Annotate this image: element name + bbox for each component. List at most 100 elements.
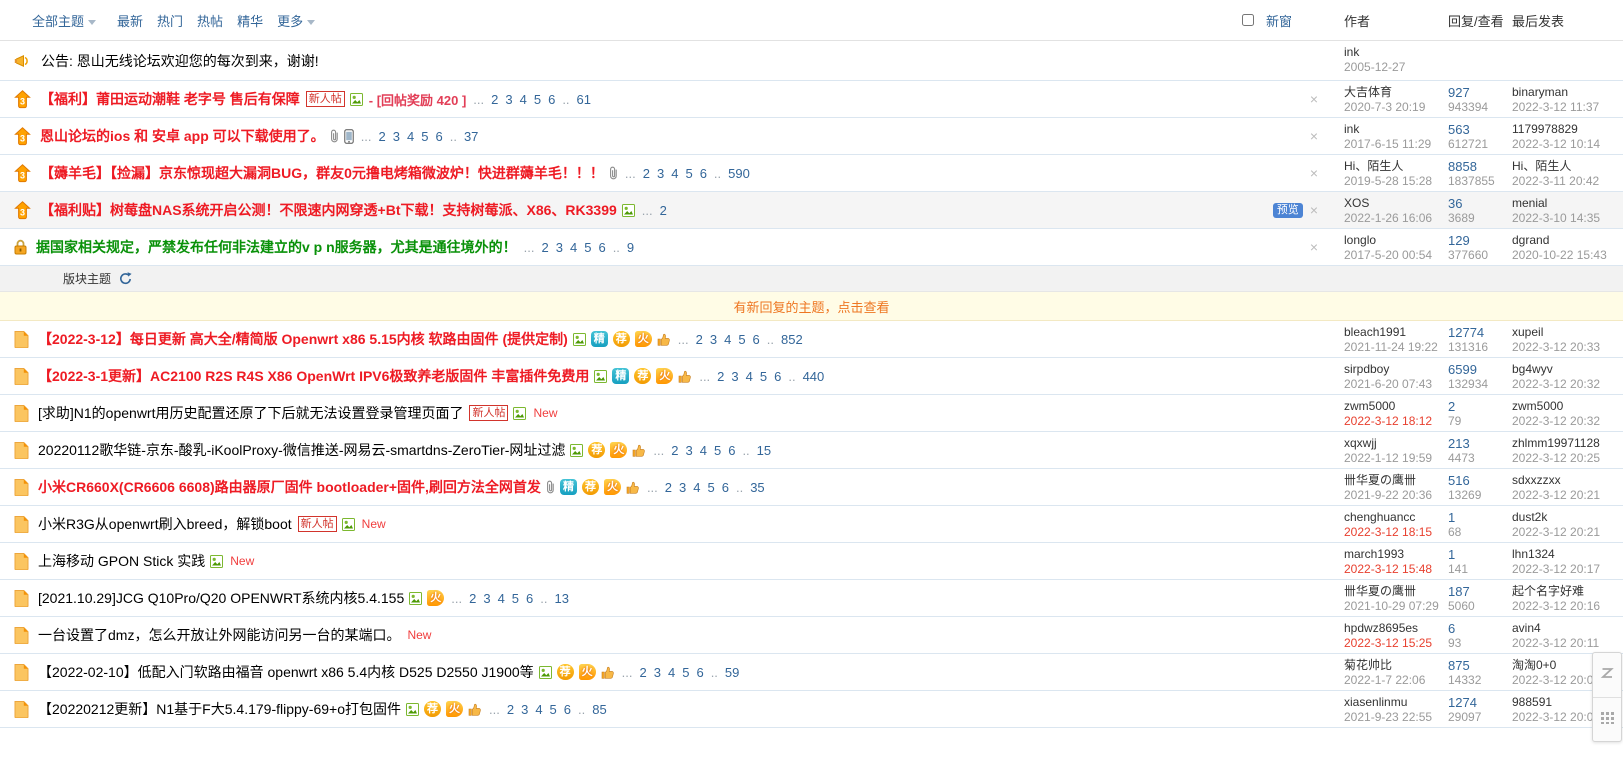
- page-link[interactable]: 5: [714, 443, 721, 458]
- lastpost-author[interactable]: binaryman: [1512, 85, 1623, 100]
- lastpost-author[interactable]: lhn1324: [1512, 547, 1623, 562]
- author-name[interactable]: zwm5000: [1344, 399, 1440, 414]
- page-link[interactable]: 5: [685, 166, 692, 181]
- page-link[interactable]: 5: [534, 92, 541, 107]
- reply-count[interactable]: 1: [1448, 547, 1504, 562]
- reply-count[interactable]: 516: [1448, 473, 1504, 488]
- author-name[interactable]: ink: [1344, 45, 1440, 60]
- thread-title[interactable]: 【福利】莆田运动潮鞋 老字号 售后有保障: [40, 89, 300, 109]
- author-name[interactable]: chenghuancc: [1344, 510, 1440, 525]
- page-link[interactable]: 4: [693, 480, 700, 495]
- lastpost-author[interactable]: zhlmm19971128: [1512, 436, 1623, 451]
- lastpost-author[interactable]: Hi、陌生人: [1512, 159, 1623, 174]
- last-page-link[interactable]: 61: [577, 92, 591, 107]
- page-link[interactable]: 5: [584, 240, 591, 255]
- thread-title[interactable]: 小米CR660X(CR6606 6608)路由器原厂固件 bootloader+…: [38, 477, 541, 497]
- grid-view-button[interactable]: [1593, 697, 1621, 741]
- reply-count[interactable]: 36: [1448, 196, 1504, 211]
- thread-title[interactable]: 恩山论坛的ios 和 安卓 app 可以下载使用了。: [40, 126, 325, 146]
- reply-count[interactable]: 927: [1448, 85, 1504, 100]
- page-link[interactable]: 6: [700, 166, 707, 181]
- page-link[interactable]: 5: [421, 129, 428, 144]
- close-thread-button[interactable]: ×: [1310, 166, 1318, 180]
- quick-nav-button[interactable]: [1593, 653, 1621, 697]
- thread-title[interactable]: 据国家相关规定，严禁发布任何非法建立的v p n服务器，尤其是通往境外的！: [36, 237, 517, 257]
- page-link[interactable]: 6: [722, 480, 729, 495]
- page-link[interactable]: 3: [483, 591, 490, 606]
- page-link[interactable]: 3: [521, 702, 528, 717]
- page-link[interactable]: 3: [556, 240, 563, 255]
- page-link[interactable]: 3: [657, 166, 664, 181]
- page-link[interactable]: 4: [668, 665, 675, 680]
- thread-title[interactable]: 20220112歌华链-京东-酸乳-iKoolProxy-微信推送-网易云-sm…: [38, 440, 565, 460]
- page-link[interactable]: 2: [379, 129, 386, 144]
- new-window-label[interactable]: 新窗: [1266, 11, 1292, 30]
- lastpost-author[interactable]: dgrand: [1512, 233, 1623, 248]
- reply-count[interactable]: 2: [1448, 399, 1504, 414]
- last-page-link[interactable]: 852: [781, 332, 803, 347]
- page-link[interactable]: 2: [491, 92, 498, 107]
- lastpost-author[interactable]: dust2k: [1512, 510, 1623, 525]
- last-page-link[interactable]: 59: [725, 665, 739, 680]
- thread-title[interactable]: 【薅羊毛】【捡漏】京东惊现超大漏洞BUG，群友0元撸电烤箱微波炉！快进群薅羊毛！…: [40, 163, 604, 183]
- page-link[interactable]: 2: [660, 203, 667, 218]
- page-link[interactable]: 6: [564, 702, 571, 717]
- lastpost-author[interactable]: 1179978829: [1512, 122, 1623, 137]
- author-name[interactable]: XOS: [1344, 196, 1440, 211]
- page-link[interactable]: 6: [753, 332, 760, 347]
- page-link[interactable]: 2: [469, 591, 476, 606]
- thread-title[interactable]: [求助]N1的openwrt用历史配置还原了下后就无法设置登录管理页面了: [38, 403, 463, 423]
- lastpost-author[interactable]: zwm5000: [1512, 399, 1623, 414]
- page-link[interactable]: 2: [665, 480, 672, 495]
- page-link[interactable]: 2: [640, 665, 647, 680]
- announcement-title[interactable]: 公告: 恩山无线论坛欢迎您的每次到来，谢谢!: [41, 51, 319, 71]
- page-link[interactable]: 4: [520, 92, 527, 107]
- page-link[interactable]: 3: [654, 665, 661, 680]
- author-name[interactable]: hpdwz8695es: [1344, 621, 1440, 636]
- page-link[interactable]: 5: [512, 591, 519, 606]
- page-link[interactable]: 6: [548, 92, 555, 107]
- lastpost-author[interactable]: xupeil: [1512, 325, 1623, 340]
- reply-count[interactable]: 563: [1448, 122, 1504, 137]
- thread-title[interactable]: 上海移动 GPON Stick 实践: [38, 551, 205, 571]
- page-link[interactable]: 6: [728, 443, 735, 458]
- page-link[interactable]: 2: [507, 702, 514, 717]
- lastpost-author[interactable]: menial: [1512, 196, 1623, 211]
- page-link[interactable]: 5: [760, 369, 767, 384]
- thread-title[interactable]: 【福利贴】树莓盘NAS系统开启公测！不限速内网穿透+Bt下载！支持树莓派、X86…: [40, 200, 617, 220]
- reply-count[interactable]: 875: [1448, 658, 1504, 673]
- thread-title[interactable]: 一台设置了dmz，怎么开放让外网能访问另一台的某端口。: [38, 625, 400, 645]
- last-page-link[interactable]: 9: [627, 240, 634, 255]
- page-link[interactable]: 3: [393, 129, 400, 144]
- lastpost-author[interactable]: sdxxzzxx: [1512, 473, 1623, 488]
- thread-title[interactable]: 【2022-3-1更新】AC2100 R2S R4S X86 OpenWrt I…: [38, 366, 589, 386]
- author-name[interactable]: sirpdboy: [1344, 362, 1440, 377]
- page-link[interactable]: 4: [407, 129, 414, 144]
- thread-title[interactable]: 【2022-02-10】低配入门软路由福音 openwrt x86 5.4内核 …: [38, 662, 534, 682]
- page-link[interactable]: 3: [686, 443, 693, 458]
- filter-all-topics[interactable]: 全部主题: [32, 11, 96, 30]
- last-page-link[interactable]: 85: [592, 702, 606, 717]
- last-page-link[interactable]: 15: [757, 443, 771, 458]
- reply-count[interactable]: 1: [1448, 510, 1504, 525]
- author-name[interactable]: Hi、陌生人: [1344, 159, 1440, 174]
- author-name[interactable]: longlo: [1344, 233, 1440, 248]
- lastpost-author[interactable]: 起个名字好难: [1512, 584, 1623, 599]
- reply-count[interactable]: 6599: [1448, 362, 1504, 377]
- page-link[interactable]: 5: [682, 665, 689, 680]
- author-name[interactable]: ink: [1344, 122, 1440, 137]
- thread-title[interactable]: 【20220212更新】N1基于F大5.4.179-flippy-69+o打包固…: [38, 699, 401, 719]
- page-link[interactable]: 6: [774, 369, 781, 384]
- author-name[interactable]: bleach1991: [1344, 325, 1440, 340]
- reply-count[interactable]: 213: [1448, 436, 1504, 451]
- page-link[interactable]: 2: [542, 240, 549, 255]
- lastpost-author[interactable]: avin4: [1512, 621, 1623, 636]
- author-name[interactable]: 卌华夏の鹰卌: [1344, 473, 1440, 488]
- page-link[interactable]: 4: [570, 240, 577, 255]
- filter-digest[interactable]: 精华: [237, 11, 263, 30]
- last-page-link[interactable]: 37: [464, 129, 478, 144]
- reply-count[interactable]: 6: [1448, 621, 1504, 636]
- thread-title[interactable]: 【2022-3-12】每日更新 高大全/精简版 Openwrt x86 5.15…: [38, 329, 568, 349]
- reply-count[interactable]: 8858: [1448, 159, 1504, 174]
- new-window-checkbox[interactable]: [1242, 14, 1254, 26]
